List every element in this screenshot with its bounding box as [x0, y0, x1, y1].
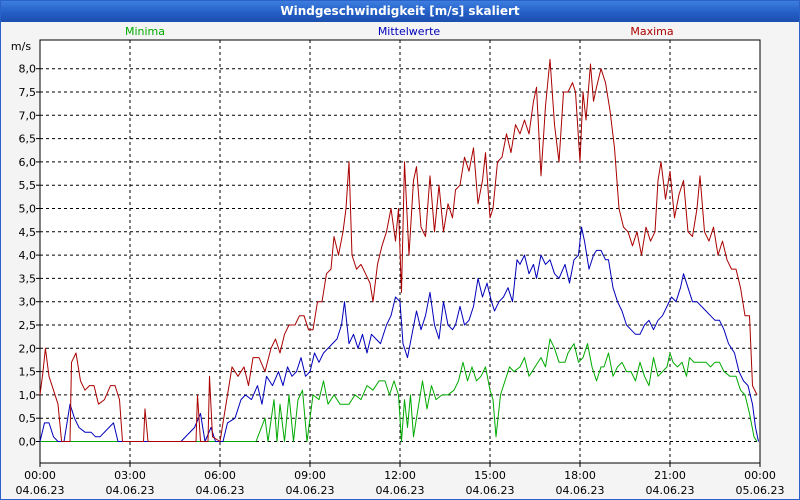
legend-maxima: Maxima: [630, 25, 673, 38]
y-tick-label: 8,0: [19, 63, 37, 76]
x-tick-date: 04.06.23: [196, 484, 245, 497]
y-tick-label: 2,5: [19, 319, 37, 332]
y-tick-label: 2,0: [19, 342, 37, 355]
y-tick-label: 6,5: [19, 133, 37, 146]
x-tick-date: 05.06.23: [736, 484, 785, 497]
x-tick-time: 15:00: [474, 469, 506, 482]
line-chart: 0,0 0,5 1,0 1,5 2,0 2,5 3,0 3,5 4,0 4,5 5,0 5,5 6,0 6…: [11, 25, 785, 497]
x-tick-time: 06:00: [204, 469, 236, 482]
legend-mittelwerte: Mittelwerte: [378, 25, 441, 38]
x-tick-time: 00:00: [744, 469, 776, 482]
x-tick-date: 04.06.23: [466, 484, 515, 497]
y-tick-label: 7,5: [19, 86, 37, 99]
x-tick-date: 04.06.23: [646, 484, 695, 497]
x-tick-time: 09:00: [294, 469, 326, 482]
x-tick-time: 03:00: [114, 469, 146, 482]
y-tick-label: 3,0: [19, 296, 37, 309]
y-tick-label: 6,0: [19, 156, 37, 169]
y-tick-label: 4,5: [19, 226, 37, 239]
y-tick-label: 1,5: [19, 366, 37, 379]
y-tick-label: 1,0: [19, 389, 37, 402]
y-tick-label: 5,5: [19, 179, 37, 192]
y-tick-label: 4,0: [19, 249, 37, 262]
y-tick-label: 0,0: [19, 436, 37, 449]
x-tick-date: 04.06.23: [376, 484, 425, 497]
x-tick-time: 21:00: [654, 469, 686, 482]
x-tick-date: 04.06.23: [286, 484, 335, 497]
y-tick-label: 3,5: [19, 272, 37, 285]
x-tick-time: 00:00: [24, 469, 56, 482]
x-tick-time: 12:00: [384, 469, 416, 482]
x-tick-date: 04.06.23: [106, 484, 155, 497]
y-tick-label: 0,5: [19, 412, 37, 425]
x-tick-date: 04.06.23: [16, 484, 65, 497]
y-tick-label: 5,0: [19, 203, 37, 216]
legend-minima: Minima: [125, 25, 165, 38]
y-tick-label: 7,0: [19, 109, 37, 122]
x-tick-date: 04.06.23: [556, 484, 605, 497]
x-tick-time: 18:00: [564, 469, 596, 482]
y-axis-label: m/s: [11, 40, 31, 53]
